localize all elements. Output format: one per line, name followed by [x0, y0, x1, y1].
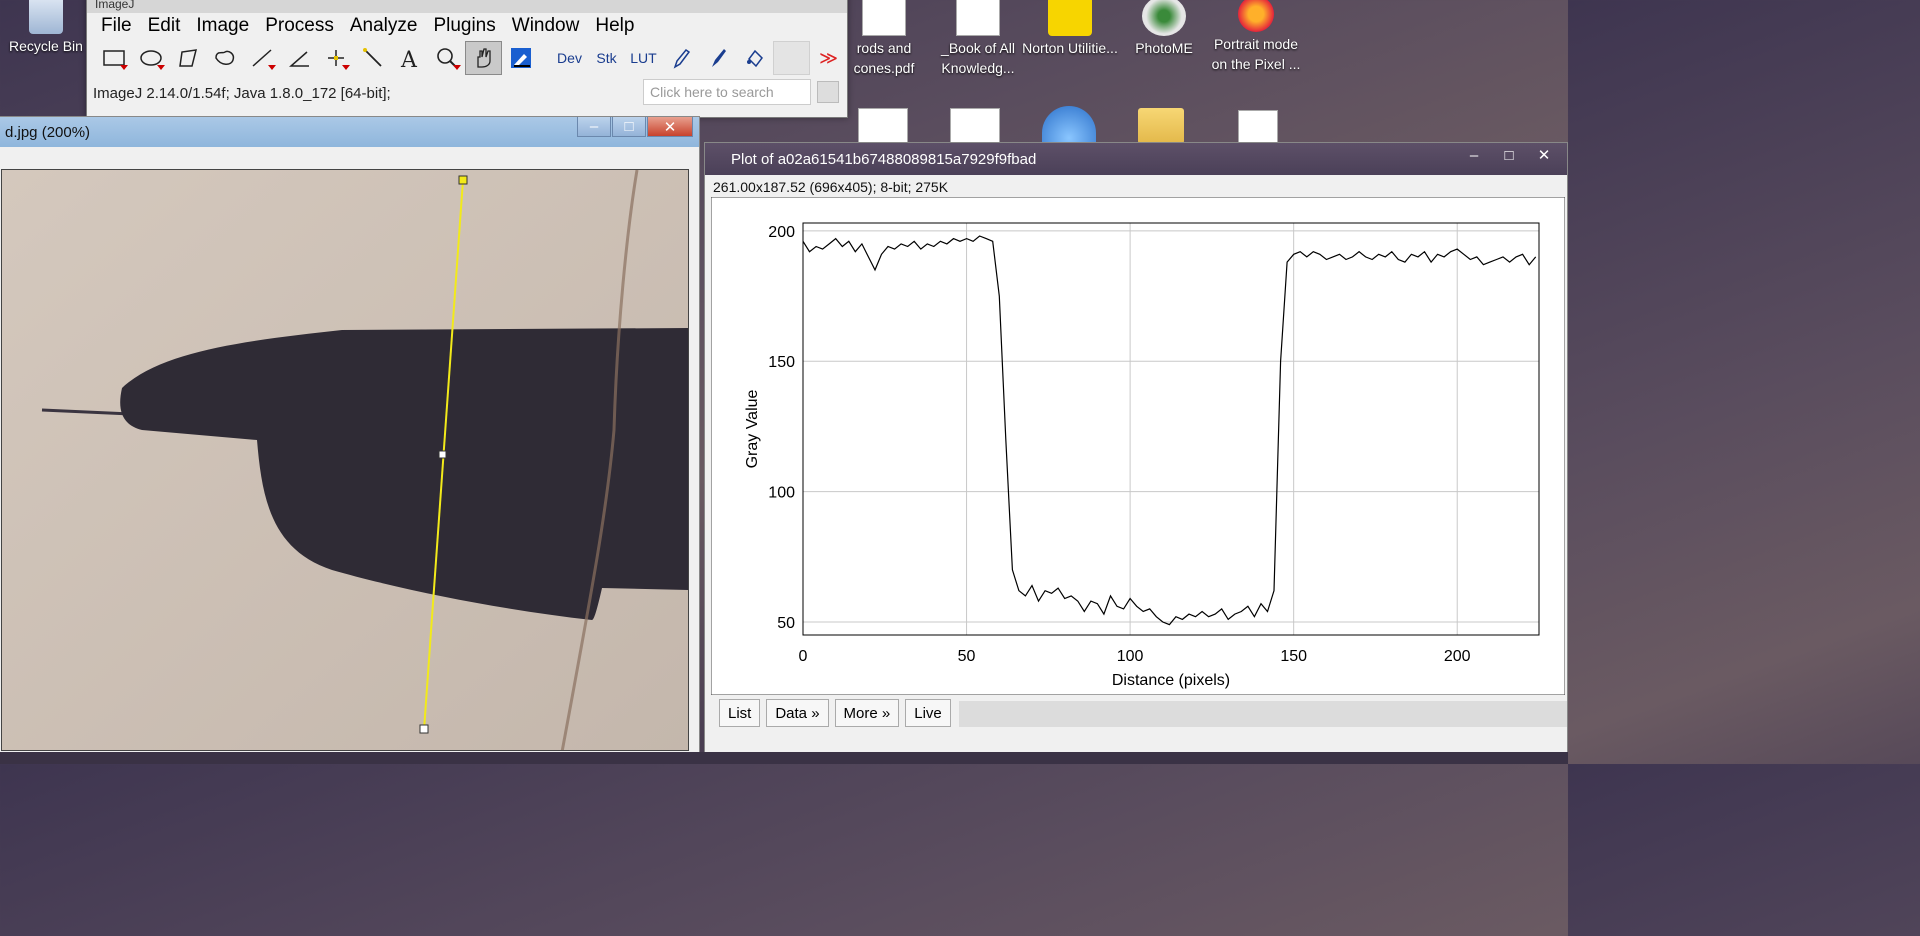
- imagej-main-window: ImageJ File Edit Image Process Analyze P…: [86, 0, 848, 118]
- plot-buttons: List Data » More » Live: [719, 699, 951, 727]
- imagej-menubar: File Edit Image Process Analyze Plugins …: [87, 13, 847, 39]
- plot-window: Plot of a02a61541b67488089815a7929f9fbad…: [704, 142, 1568, 764]
- x-tick-label: 200: [1444, 648, 1471, 665]
- y-tick-label: 200: [768, 224, 795, 241]
- maximize-icon[interactable]: □: [612, 117, 646, 137]
- more-tools-button[interactable]: ≫: [810, 41, 847, 75]
- plot-status-strip: [959, 701, 1567, 727]
- y-tick-label: 150: [768, 354, 795, 371]
- maximize-icon[interactable]: □: [1492, 145, 1526, 165]
- freehand-select-icon[interactable]: [206, 41, 243, 75]
- polygon-select-icon[interactable]: [169, 41, 206, 75]
- imagej-status-text: ImageJ 2.14.0/1.54f; Java 1.8.0_172 [64-…: [93, 85, 391, 102]
- stk-menu-button[interactable]: Stk: [588, 41, 625, 75]
- desktop-icon-label: rods and cones.pdf: [853, 40, 915, 76]
- desktop-icon-photome[interactable]: PhotoME: [1116, 0, 1212, 58]
- image-window: d.jpg (200%) – □ ✕: [0, 116, 700, 764]
- brush-icon[interactable]: [699, 41, 736, 75]
- color-picker-icon[interactable]: [502, 41, 539, 75]
- desktop-icon-recycle-bin[interactable]: Recycle Bin: [0, 0, 94, 56]
- angle-tool-icon[interactable]: [280, 41, 317, 75]
- plot-info-text: 261.00x187.52 (696x405); 8-bit; 275K: [713, 179, 949, 195]
- image-content: [2, 170, 688, 750]
- magnifier-icon[interactable]: [428, 41, 465, 75]
- menu-plugins[interactable]: Plugins: [425, 15, 503, 37]
- roi-handle-mid[interactable]: [438, 450, 447, 459]
- desktop-icon-label: Norton Utilitie...: [1022, 40, 1118, 56]
- desktop-icon-label: Portrait mode on the Pixel ...: [1211, 36, 1301, 72]
- menu-process[interactable]: Process: [257, 15, 342, 37]
- x-tick-label: 150: [1280, 648, 1307, 665]
- more-button[interactable]: More »: [834, 699, 900, 727]
- point-tool-icon[interactable]: [317, 41, 354, 75]
- line-tool-icon[interactable]: [243, 41, 280, 75]
- menu-analyze[interactable]: Analyze: [342, 15, 426, 37]
- menu-file[interactable]: File: [93, 15, 140, 37]
- y-tick-label: 50: [777, 615, 795, 632]
- desktop-icon-book[interactable]: _Book of All Knowledg...: [930, 0, 1026, 78]
- x-tick-label: 100: [1117, 648, 1144, 665]
- wand-tool-icon[interactable]: [354, 41, 391, 75]
- minimize-icon[interactable]: –: [1457, 145, 1491, 165]
- desktop-icon-label: _Book of All Knowledg...: [941, 40, 1015, 76]
- desktop-file-icon[interactable]: [858, 108, 908, 144]
- profile-plot: 0 50 100 150 20050100150200 Distance (pixels…: [711, 197, 1565, 695]
- dev-menu-button[interactable]: Dev: [551, 41, 588, 75]
- menu-help[interactable]: Help: [587, 15, 642, 37]
- menu-edit[interactable]: Edit: [140, 15, 189, 37]
- imagej-title: ImageJ: [87, 0, 847, 13]
- svg-text:A: A: [400, 48, 418, 69]
- desktop-icon-label: PhotoME: [1135, 40, 1193, 56]
- list-button[interactable]: List: [719, 699, 761, 727]
- pencil-icon[interactable]: [662, 41, 699, 75]
- recycle-bin-icon: [29, 0, 63, 34]
- y-axis-label: Gray Value: [744, 389, 761, 468]
- flood-fill-icon[interactable]: [736, 41, 773, 75]
- desktop-icon-rods-pdf[interactable]: rods and cones.pdf: [836, 0, 932, 78]
- lut-menu-button[interactable]: LUT: [625, 41, 662, 75]
- roi-handle-start[interactable]: [458, 175, 468, 185]
- desktop-icon-norton[interactable]: Norton Utilitie...: [1022, 0, 1118, 58]
- plot-window-controls: – □ ✕: [1456, 145, 1561, 165]
- minimize-icon[interactable]: –: [577, 117, 611, 137]
- imagej-toolbar: A Dev Stk LUT ≫: [87, 39, 847, 77]
- desktop-icon-portrait-mode[interactable]: Portrait mode on the Pixel ...: [1208, 0, 1304, 74]
- close-icon[interactable]: ✕: [647, 117, 693, 137]
- hand-tool-icon[interactable]: [465, 41, 502, 75]
- eye-icon: [1142, 0, 1186, 36]
- toolbar-empty-slot[interactable]: [773, 41, 810, 75]
- menu-image[interactable]: Image: [188, 15, 257, 37]
- oval-select-icon[interactable]: [132, 41, 169, 75]
- more-tools-glyph: ≫: [819, 47, 838, 68]
- pdf-document-icon: [862, 0, 906, 36]
- plot-window-title: Plot of a02a61541b67488089815a7929f9fbad: [705, 143, 1567, 175]
- norton-gear-icon: [1048, 0, 1092, 36]
- taskbar-strip: [0, 752, 1568, 764]
- desktop-file-icon[interactable]: [1238, 110, 1278, 144]
- close-icon[interactable]: ✕: [1527, 145, 1561, 165]
- x-axis-label: Distance (pixels): [1112, 672, 1230, 689]
- y-tick-label: 100: [768, 485, 795, 502]
- document-icon: [956, 0, 1000, 36]
- live-button[interactable]: Live: [905, 699, 951, 727]
- menu-window[interactable]: Window: [504, 15, 588, 37]
- desktop-folder-icon[interactable]: [1138, 108, 1184, 144]
- image-window-controls: – □ ✕: [576, 117, 693, 137]
- imagej-search-input[interactable]: Click here to search: [643, 79, 811, 105]
- image-canvas[interactable]: [1, 169, 689, 751]
- roi-handle-end[interactable]: [419, 724, 429, 734]
- plot-frame: [711, 197, 1565, 695]
- text-tool-icon[interactable]: A: [391, 41, 428, 75]
- desktop-shortcut-icon[interactable]: [1042, 106, 1096, 146]
- imagej-search-button[interactable]: [817, 81, 839, 103]
- firefox-icon: [1238, 0, 1274, 32]
- data-button[interactable]: Data »: [766, 699, 829, 727]
- x-tick-label: 50: [958, 648, 976, 665]
- desktop-file-icon[interactable]: [950, 108, 1000, 144]
- x-tick-label: 0: [799, 648, 808, 665]
- desktop-icon-label: Recycle Bin: [9, 38, 83, 54]
- rectangle-select-icon[interactable]: [95, 41, 132, 75]
